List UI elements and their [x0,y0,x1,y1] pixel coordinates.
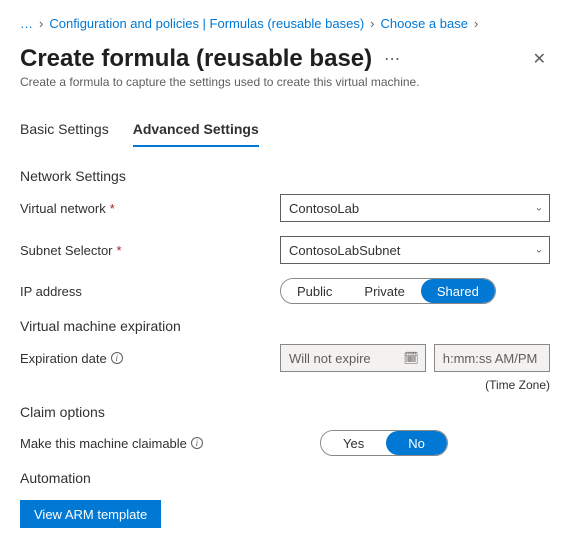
ip-option-shared[interactable]: Shared [421,279,495,303]
tab-basic-settings[interactable]: Basic Settings [20,115,109,147]
subnet-select[interactable]: ContosoLabSubnet ⌄ [280,236,550,264]
claimable-label: Make this machine claimable i [20,436,280,451]
chevron-down-icon: ⌄ [535,203,543,214]
more-icon[interactable]: ⋯ [384,49,400,69]
page-header: Create formula (reusable base) ⋯ ✕ [20,45,550,73]
expiration-date-label: Expiration date i [20,351,280,366]
claimable-yes[interactable]: Yes [321,431,386,455]
close-icon[interactable]: ✕ [529,45,550,73]
calendar-icon: 🗓 [404,351,419,365]
section-automation: Automation [20,470,550,486]
page-title: Create formula (reusable base) [20,45,372,73]
ip-address-toggle: Public Private Shared [280,278,496,304]
breadcrumb-link-config[interactable]: Configuration and policies | Formulas (r… [49,16,364,31]
expiration-date-input[interactable]: Will not expire 🗓 [280,344,426,372]
section-claim: Claim options [20,404,550,420]
section-network: Network Settings [20,168,550,184]
claimable-toggle: Yes No [320,430,448,456]
timezone-label: (Time Zone) [20,378,550,392]
info-icon[interactable]: i [111,352,123,364]
breadcrumb-more[interactable]: … [20,16,33,31]
ip-option-private[interactable]: Private [348,279,420,303]
subnet-label: Subnet Selector* [20,243,280,258]
claimable-no[interactable]: No [386,431,447,455]
vnet-label: Virtual network* [20,201,280,216]
chevron-right-icon: › [474,16,478,31]
info-icon[interactable]: i [191,437,203,449]
expiration-time-input[interactable]: h:mm:ss AM/PM [434,344,550,372]
breadcrumb: … › Configuration and policies | Formula… [20,16,550,31]
ip-label: IP address [20,284,280,299]
page-subtitle: Create a formula to capture the settings… [20,75,550,89]
breadcrumb-link-choose-base[interactable]: Choose a base [381,16,468,31]
section-expiration: Virtual machine expiration [20,318,550,334]
chevron-down-icon: ⌄ [535,245,543,256]
vnet-select[interactable]: ContosoLab ⌄ [280,194,550,222]
ip-option-public[interactable]: Public [281,279,348,303]
tab-advanced-settings[interactable]: Advanced Settings [133,115,259,147]
chevron-right-icon: › [39,16,43,31]
view-arm-template-button[interactable]: View ARM template [20,500,161,528]
chevron-right-icon: › [370,16,374,31]
tabs: Basic Settings Advanced Settings [20,115,550,148]
